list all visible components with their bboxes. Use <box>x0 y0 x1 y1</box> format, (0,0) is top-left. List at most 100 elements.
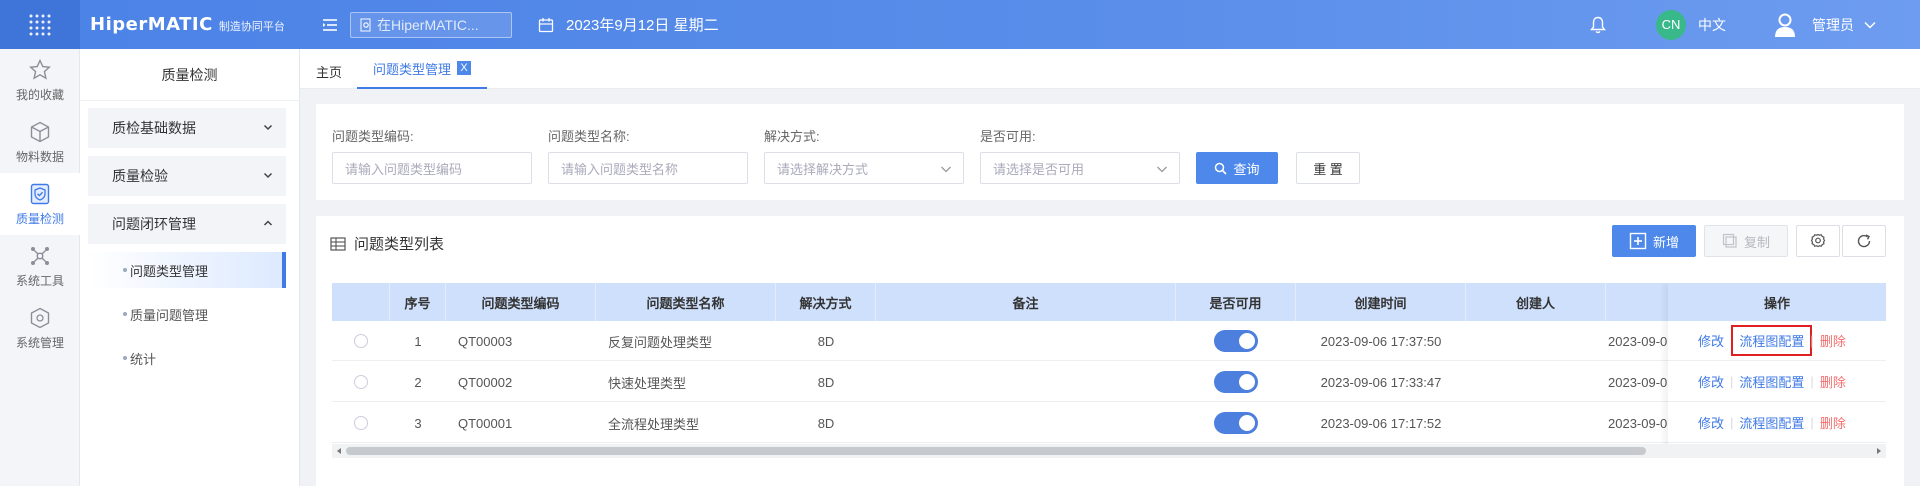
list-title-text: 问题类型列表 <box>354 236 445 253</box>
flow-config-link[interactable]: 流程图配置 <box>1739 372 1804 391</box>
sidebar-item-label: 统计 <box>130 351 157 367</box>
box-icon <box>30 121 50 142</box>
filter-method-select[interactable]: 请选择解决方式 <box>764 152 964 184</box>
table-row[interactable]: 2 QT00002 快速处理类型 8D 2023-09-06 17:33:47 … <box>332 362 1886 402</box>
cell-enabled <box>1176 403 1296 443</box>
star-icon <box>29 58 51 80</box>
scroll-left-icon[interactable] <box>335 447 343 455</box>
header-ops: 操作 <box>1668 283 1886 321</box>
enabled-toggle[interactable] <box>1214 412 1258 434</box>
header-select <box>332 283 390 321</box>
sidebar-group-basic-data[interactable]: 质检基础数据 <box>88 108 286 148</box>
cell-index: 3 <box>414 415 422 431</box>
edit-link[interactable]: 修改 <box>1698 331 1724 350</box>
cell-method: 8D <box>817 374 835 390</box>
row-select-radio[interactable] <box>354 334 368 348</box>
delete-link[interactable]: 删除 <box>1820 372 1846 391</box>
rail-label: 质量检测 <box>15 211 64 226</box>
chevron-down-icon <box>263 124 273 131</box>
cell-index: 1 <box>414 333 422 349</box>
header-created-time: 创建时间 <box>1296 283 1466 321</box>
issue-type-table: 序号 问题类型编码 问题类型名称 解决方式 备注 是否可用 创建时间 创建人 更… <box>332 283 1886 458</box>
cube-icon <box>30 307 50 328</box>
tab-home[interactable]: 主页 <box>316 62 342 81</box>
cell-remark <box>888 362 1176 402</box>
header-right: CN 中文 管理员 <box>1590 0 1920 49</box>
rail-label: 系统管理 <box>15 335 64 350</box>
cell-name: 快速处理类型 <box>608 375 687 391</box>
gear-icon <box>1810 233 1826 248</box>
cell-enabled <box>1176 321 1296 361</box>
enabled-toggle[interactable] <box>1214 371 1258 393</box>
copy-icon <box>1722 233 1737 248</box>
rail-item-tools[interactable]: 系统工具 <box>0 235 80 297</box>
rail-item-material[interactable]: 物料数据 <box>0 111 80 173</box>
toggle-knob <box>1239 415 1255 431</box>
delete-link[interactable]: 删除 <box>1820 413 1846 432</box>
tab-close-button[interactable]: X <box>457 61 472 75</box>
flow-config-link[interactable]: 流程图配置 <box>1731 325 1813 356</box>
sidebar-item-quality-issue[interactable]: 质量问题管理 <box>88 296 286 332</box>
copy-button[interactable]: 复制 <box>1704 225 1788 257</box>
sidebar-group-label: 质检基础数据 <box>112 120 196 136</box>
delete-link[interactable]: 删除 <box>1820 331 1846 350</box>
header-method: 解决方式 <box>776 283 876 321</box>
cell-creator <box>1478 403 1606 443</box>
enabled-toggle[interactable] <box>1214 330 1258 352</box>
edit-link[interactable]: 修改 <box>1698 413 1724 432</box>
user-menu-toggle[interactable] <box>1864 21 1876 29</box>
rail-item-system[interactable]: 系统管理 <box>0 297 80 359</box>
sidebar-group-label: 问题闭环管理 <box>112 216 196 232</box>
column-settings-button[interactable] <box>1796 225 1840 257</box>
grid-logo-icon <box>29 14 51 35</box>
notification-button[interactable] <box>1590 16 1606 34</box>
header-search-input[interactable]: 在HiperMATIC... <box>350 11 512 38</box>
ops-row: 修改 | 流程图配置 | 删除 <box>1668 362 1886 402</box>
scroll-thumb[interactable] <box>346 447 1646 455</box>
scroll-right-icon[interactable] <box>1875 447 1883 455</box>
list-title: 问题类型列表 <box>330 233 444 254</box>
filter-code-input[interactable]: 请输入问题类型编码 <box>332 152 532 184</box>
table-row[interactable]: 1 QT00003 反复问题处理类型 8D 2023-09-06 17:37:5… <box>332 321 1886 361</box>
menu-toggle-button[interactable] <box>310 18 350 32</box>
header-code: 问题类型编码 <box>446 283 596 321</box>
header-date: 2023年9月12日 星期二 <box>538 14 719 35</box>
top-header: HiperMATIC 制造协同平台 在HiperMATIC... 2023年9月… <box>0 0 1920 49</box>
brand-name: HiperMATIC <box>90 14 213 35</box>
rail-item-favorites[interactable]: 我的收藏 <box>0 49 80 111</box>
page-tabs: 主页 问题类型管理 X <box>300 49 1920 89</box>
sidebar-item-issue-type[interactable]: 问题类型管理 <box>88 252 286 288</box>
refresh-button[interactable] <box>1842 225 1886 257</box>
header-enabled: 是否可用 <box>1176 283 1296 321</box>
user-name[interactable]: 管理员 <box>1812 15 1854 35</box>
row-select-radio[interactable] <box>354 375 368 389</box>
sidebar-group-inspection[interactable]: 质量检验 <box>88 156 286 196</box>
chevron-down-icon <box>1864 21 1876 29</box>
sidebar-group-issue-loop[interactable]: 问题闭环管理 <box>88 204 286 244</box>
app-grid-logo[interactable] <box>0 0 80 49</box>
filter-name-input[interactable]: 请输入问题类型名称 <box>548 152 748 184</box>
ops-separator: | <box>1810 333 1814 348</box>
language-avatar[interactable]: CN <box>1656 9 1686 40</box>
rail-item-quality[interactable]: 质量检测 <box>0 173 80 235</box>
filter-code-label: 问题类型编码: <box>332 129 414 144</box>
query-button[interactable]: 查询 <box>1196 152 1278 184</box>
query-button-label: 查询 <box>1233 161 1260 177</box>
rail-label: 系统工具 <box>15 273 64 288</box>
table-horizontal-scrollbar[interactable] <box>332 444 1886 458</box>
table-row[interactable]: 3 QT00001 全流程处理类型 8D 2023-09-06 17:17:52… <box>332 403 1886 443</box>
row-select-radio[interactable] <box>354 416 368 430</box>
add-button[interactable]: 新增 <box>1612 225 1696 257</box>
cell-created-time: 2023-09-06 17:37:50 <box>1320 333 1442 349</box>
bullet-dot <box>123 356 127 360</box>
edit-link[interactable]: 修改 <box>1698 372 1724 391</box>
ops-row: 修改 | 流程图配置 | 删除 <box>1668 321 1886 361</box>
user-icon <box>1775 13 1795 37</box>
language-switch[interactable]: 中文 <box>1698 15 1726 35</box>
tab-issue-type[interactable]: 问题类型管理 X <box>357 49 488 89</box>
filter-enabled-select[interactable]: 请选择是否可用 <box>980 152 1180 184</box>
user-avatar[interactable] <box>1770 10 1800 40</box>
flow-config-link[interactable]: 流程图配置 <box>1739 413 1804 432</box>
sidebar-item-statistics[interactable]: 统计 <box>88 340 286 376</box>
reset-button[interactable]: 重 置 <box>1296 152 1360 184</box>
